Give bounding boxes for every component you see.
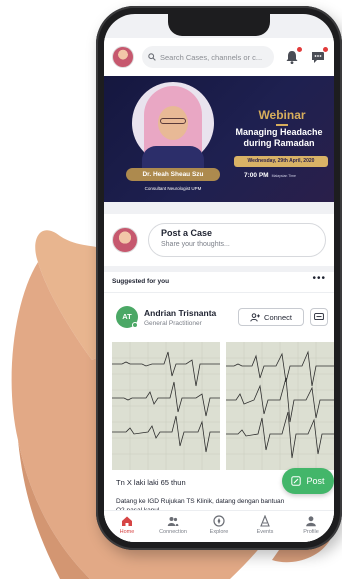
divider bbox=[104, 292, 334, 293]
speaker-name: Dr. Heah Sheau Szu bbox=[126, 168, 220, 181]
home-icon bbox=[122, 516, 132, 526]
post-case-input[interactable]: Post a Case Share your thoughts... bbox=[148, 223, 326, 257]
online-indicator bbox=[132, 322, 138, 328]
post-case-placeholder: Share your thoughts... bbox=[161, 241, 230, 248]
speaker-role: Consultant Neurologist UPM bbox=[144, 186, 202, 191]
phone-frame: Search Cases, channels or c... Dr. Heah … bbox=[96, 6, 342, 550]
message-author-button[interactable] bbox=[310, 308, 328, 326]
notification-badge bbox=[296, 46, 303, 53]
nav-label: Events bbox=[256, 529, 274, 535]
nav-label: Profile bbox=[303, 529, 319, 535]
author-role: General Practitioner bbox=[144, 320, 202, 327]
message-icon bbox=[314, 312, 324, 320]
ecg-image[interactable] bbox=[112, 342, 220, 470]
compass-icon bbox=[213, 515, 225, 527]
top-bar: Search Cases, channels or c... bbox=[104, 38, 334, 76]
speaker-glasses bbox=[160, 118, 186, 124]
search-input[interactable]: Search Cases, channels or c... bbox=[142, 46, 274, 68]
ecg-image[interactable] bbox=[226, 342, 334, 470]
bottom-nav: Home Connection Explore Events Profile bbox=[104, 510, 334, 542]
search-placeholder: Search Cases, channels or c... bbox=[160, 52, 263, 62]
webinar-label: Webinar bbox=[258, 108, 306, 122]
nav-label: Connection bbox=[159, 529, 187, 535]
nav-explore[interactable]: Explore bbox=[196, 511, 242, 542]
add-user-icon bbox=[250, 312, 260, 322]
webinar-timezone: Malaysian Time bbox=[271, 174, 296, 178]
connect-button[interactable]: Connect bbox=[238, 308, 304, 326]
title-divider bbox=[276, 124, 288, 126]
post-caption: Tn X laki laki 65 thun bbox=[116, 478, 186, 487]
webinar-date: Wednesday, 29th April, 2020 bbox=[234, 156, 328, 167]
post-case-title: Post a Case bbox=[161, 228, 213, 238]
mockup-stage: Search Cases, channels or c... Dr. Heah … bbox=[0, 0, 342, 579]
post-case-card: Post a Case Share your thoughts... bbox=[104, 214, 334, 266]
search-icon bbox=[148, 53, 156, 61]
people-icon bbox=[167, 517, 179, 526]
webinar-title: Managing Headache during Ramadan bbox=[235, 127, 323, 148]
author-name[interactable]: Andrian Trisnanta bbox=[144, 308, 216, 318]
edit-icon bbox=[291, 476, 302, 486]
messages-badge bbox=[322, 46, 329, 53]
messages-button[interactable] bbox=[310, 46, 329, 65]
webinar-time: 7:00 PM bbox=[244, 172, 269, 179]
post-button[interactable]: Post bbox=[282, 468, 334, 494]
nav-label: Explore bbox=[209, 529, 229, 535]
suggested-heading: Suggested for you bbox=[112, 278, 170, 285]
nav-connection[interactable]: Connection bbox=[150, 511, 196, 542]
nav-events[interactable]: Events bbox=[242, 511, 288, 542]
user-avatar[interactable] bbox=[112, 46, 134, 68]
phone-screen: Search Cases, channels or c... Dr. Heah … bbox=[104, 14, 334, 542]
nav-home[interactable]: Home bbox=[104, 511, 150, 542]
nav-label: Home bbox=[119, 529, 135, 535]
composer-avatar bbox=[112, 227, 138, 253]
webinar-time-row: 7:00 PM Malaysian Time bbox=[244, 172, 334, 179]
webinar-banner[interactable]: Dr. Heah Sheau Szu Consultant Neurologis… bbox=[104, 76, 334, 202]
notification-button[interactable] bbox=[284, 46, 303, 65]
events-icon bbox=[260, 515, 270, 527]
phone-notch bbox=[168, 14, 270, 36]
connect-label: Connect bbox=[264, 312, 292, 322]
post-button-label: Post bbox=[306, 476, 325, 486]
suggested-section: Suggested for you ••• AT Andrian Trisnan… bbox=[104, 272, 334, 542]
nav-profile[interactable]: Profile bbox=[288, 511, 334, 542]
profile-icon bbox=[306, 516, 316, 527]
more-options-button[interactable]: ••• bbox=[312, 273, 326, 284]
